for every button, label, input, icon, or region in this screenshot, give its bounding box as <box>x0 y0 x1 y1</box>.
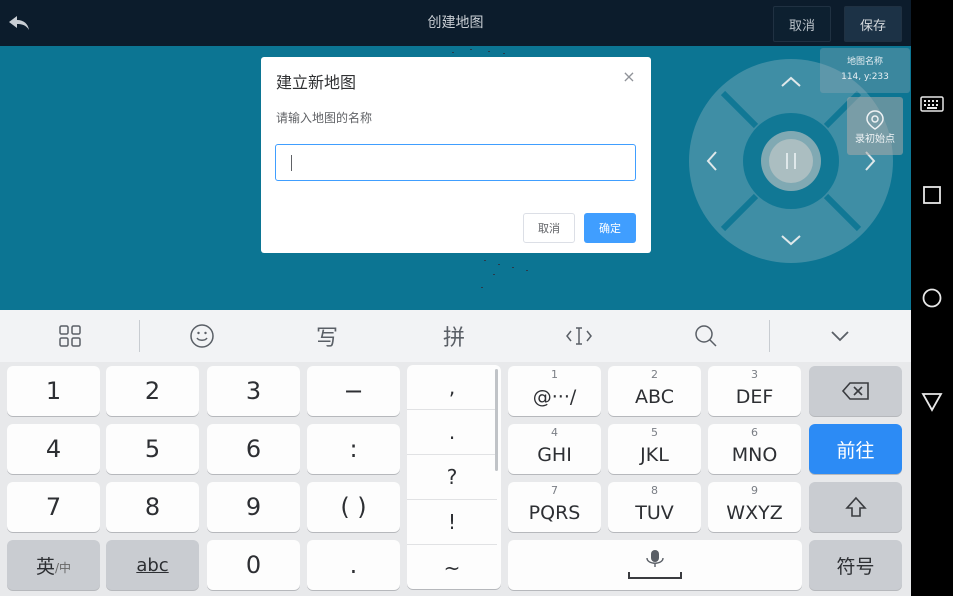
t9-key-7[interactable]: 7 PQRS <box>508 482 601 532</box>
language-main: 英 <box>35 555 55 578</box>
t9-key-3[interactable]: 3 DEF <box>708 366 801 416</box>
shift-icon <box>844 496 867 517</box>
shift-key[interactable] <box>809 482 902 532</box>
keyboard-icon[interactable] <box>920 92 944 116</box>
key-5[interactable]: 5 <box>106 424 199 474</box>
key-letters: MNO <box>731 444 778 466</box>
app-screen: 创建地图 取消 保存 地图名称 114, y:233 录初始点 建立新地图 × … <box>0 0 911 596</box>
t9-key-8[interactable]: 8 TUV <box>608 482 701 532</box>
punctuation-list[interactable]: , . ? ! ~ <box>407 365 501 589</box>
language-sub: /中 <box>54 561 72 575</box>
key-letters: DEF <box>735 386 774 408</box>
key-6[interactable]: 6 <box>207 424 300 474</box>
key-letters: GHI <box>537 444 572 466</box>
key-number: 4 <box>551 426 558 439</box>
key-colon[interactable]: : <box>307 424 400 474</box>
t9-key-1[interactable]: 1 @···/ <box>508 366 601 416</box>
new-map-dialog: 建立新地图 × 请输入地图的名称 取消 确定 <box>261 57 651 253</box>
go-key[interactable]: 前往 <box>809 424 902 474</box>
collapse-icon[interactable] <box>820 318 860 354</box>
key-1[interactable]: 1 <box>7 366 100 416</box>
punct-comma[interactable]: , <box>407 365 497 410</box>
key-number: 2 <box>651 368 658 381</box>
toolbar-divider <box>769 320 770 352</box>
keyboard-toolbar: 写 拼 <box>0 310 911 362</box>
save-button[interactable]: 保存 <box>844 6 902 42</box>
cursor-icon[interactable] <box>559 318 599 354</box>
key-number: 3 <box>751 368 758 381</box>
key-minus[interactable]: − <box>307 366 400 416</box>
key-letters: @···/ <box>532 386 577 408</box>
key-number: 8 <box>651 484 658 497</box>
key-0[interactable]: 0 <box>207 540 300 590</box>
dialog-title: 建立新地图 <box>276 73 357 92</box>
key-number: 7 <box>551 484 558 497</box>
symbols-key[interactable]: 符号 <box>809 540 902 590</box>
dialog-ok-button[interactable]: 确定 <box>584 213 636 243</box>
key-letters: WXYZ <box>726 502 783 524</box>
emoji-icon[interactable] <box>182 318 222 354</box>
t9-key-5[interactable]: 5 JKL <box>608 424 701 474</box>
key-4[interactable]: 4 <box>7 424 100 474</box>
map-name-input[interactable] <box>275 144 636 181</box>
backspace-key[interactable] <box>809 366 902 416</box>
search-icon[interactable] <box>686 318 726 354</box>
t9-key-4[interactable]: 4 GHI <box>508 424 601 474</box>
key-number: 6 <box>751 426 758 439</box>
cancel-button[interactable]: 取消 <box>773 6 831 42</box>
coordinate-readout: 114, y:233 <box>841 72 889 82</box>
home-icon[interactable] <box>920 286 944 310</box>
close-icon[interactable]: × <box>621 69 637 85</box>
language-switch-key[interactable]: 英/中 <box>7 540 100 590</box>
punct-tilde[interactable]: ~ <box>407 545 497 589</box>
t9-key-6[interactable]: 6 MNO <box>708 424 801 474</box>
backspace-icon <box>841 382 869 400</box>
text-caret <box>291 155 292 171</box>
key-2[interactable]: 2 <box>106 366 199 416</box>
key-period[interactable]: . <box>307 540 400 590</box>
t9-key-2[interactable]: 2 ABC <box>608 366 701 416</box>
pinyin-key[interactable]: 拼 <box>434 318 474 354</box>
toolbar-divider <box>139 320 140 352</box>
punct-period[interactable]: . <box>407 410 497 455</box>
dialog-prompt: 请输入地图的名称 <box>276 111 373 125</box>
scrollbar[interactable] <box>495 369 498 471</box>
record-label: 录初始点 <box>855 134 895 145</box>
microphone-icon <box>628 550 682 579</box>
grid-icon[interactable] <box>50 318 90 354</box>
key-letters: TUV <box>635 502 674 524</box>
top-bar: 创建地图 取消 保存 <box>0 0 911 46</box>
key-number: 1 <box>551 368 558 381</box>
key-7[interactable]: 7 <box>7 482 100 532</box>
soft-keyboard: 写 拼 1 2 3 − 4 5 6 : 7 8 9 ( ) 英/中 abc 0 … <box>0 310 911 596</box>
recents-icon[interactable] <box>920 183 944 207</box>
key-parentheses[interactable]: ( ) <box>307 482 400 532</box>
map-info-card: 地图名称 114, y:233 <box>820 48 910 93</box>
abc-key[interactable]: abc <box>106 540 199 590</box>
handwriting-key[interactable]: 写 <box>307 318 347 354</box>
t9-key-9[interactable]: 9 WXYZ <box>708 482 801 532</box>
record-start-point-button[interactable]: 录初始点 <box>847 97 903 155</box>
key-3[interactable]: 3 <box>207 366 300 416</box>
dialog-cancel-button[interactable]: 取消 <box>523 213 575 243</box>
punct-exclamation[interactable]: ! <box>407 500 497 545</box>
punct-question[interactable]: ? <box>407 455 497 500</box>
key-number: 9 <box>751 484 758 497</box>
back-icon[interactable] <box>920 389 944 413</box>
key-number: 5 <box>651 426 658 439</box>
space-key[interactable] <box>508 540 802 590</box>
location-pin-icon <box>866 110 884 130</box>
info-label: 地图名称 <box>846 57 883 67</box>
key-letters: ABC <box>635 386 674 408</box>
key-9[interactable]: 9 <box>207 482 300 532</box>
key-8[interactable]: 8 <box>106 482 199 532</box>
key-letters: JKL <box>640 444 669 466</box>
system-navigation-bar <box>911 0 953 596</box>
key-letters: PQRS <box>528 502 581 524</box>
